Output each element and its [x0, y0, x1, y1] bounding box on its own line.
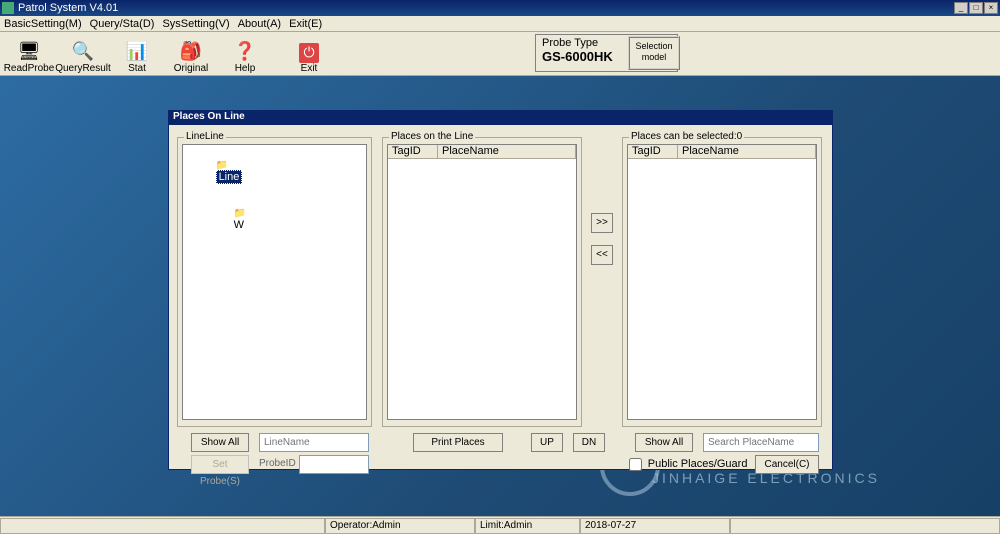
status-date: 2018-07-27 — [580, 518, 730, 534]
col-tagid-2[interactable]: TagID — [628, 145, 678, 158]
up-button[interactable]: UP — [531, 433, 563, 452]
queryresult-label: QueryResult — [55, 63, 111, 74]
status-limit: Limit:Admin — [475, 518, 580, 534]
power-icon: ⏻ — [299, 43, 319, 63]
places-selectable-list[interactable]: TagID PlaceName — [627, 144, 817, 420]
menu-exit[interactable]: Exit(E) — [289, 18, 322, 30]
app-icon — [2, 2, 14, 14]
show-all-right-button[interactable]: Show All — [635, 433, 693, 452]
menu-basic-setting[interactable]: BasicSetting(M) — [4, 18, 82, 30]
window-title: Patrol System V4.01 — [18, 2, 118, 14]
status-cell-empty — [0, 518, 325, 534]
move-left-button[interactable]: << — [591, 245, 613, 265]
tree-root-node[interactable]: Line — [216, 170, 243, 184]
bag-icon: 🎒 — [179, 41, 203, 63]
public-places-label: Public Places/Guard — [648, 458, 748, 470]
probeid-input[interactable] — [299, 455, 369, 474]
readprobe-label: ReadProbe — [4, 63, 55, 74]
title-bar: Patrol System V4.01 _ □ × — [0, 0, 1000, 16]
places-on-line-group: Places on the Line TagID PlaceName — [382, 137, 582, 427]
list-header-2: TagID PlaceName — [628, 145, 816, 159]
move-buttons: >> << — [591, 213, 613, 277]
toolbar: 🖥 ReadProbe 🔍 QueryResult 📊 Stat 🎒 Origi… — [0, 32, 1000, 76]
status-bar: Operator:Admin Limit:Admin 2018-07-27 — [0, 516, 1000, 534]
stat-button[interactable]: 📊 Stat — [110, 34, 164, 74]
lineline-group: LineLine Line W — [177, 137, 372, 427]
selection-model-button[interactable]: Selection model — [628, 36, 680, 70]
help-icon: ❓ — [233, 41, 257, 63]
set-probe-button: Set Probe(S) — [191, 455, 249, 474]
queryresult-button[interactable]: 🔍 QueryResult — [56, 34, 110, 74]
col-placename-2[interactable]: PlaceName — [678, 145, 816, 158]
linename-input[interactable] — [259, 433, 369, 452]
help-label: Help — [235, 63, 256, 74]
stat-label: Stat — [128, 63, 146, 74]
menu-sys-setting[interactable]: SysSetting(V) — [162, 18, 229, 30]
status-cell-tail — [730, 518, 1000, 534]
public-places-checkbox-input[interactable] — [629, 458, 642, 471]
line-tree[interactable]: Line W — [182, 144, 367, 420]
public-places-checkbox[interactable]: Public Places/Guard — [629, 458, 747, 471]
cancel-button[interactable]: Cancel(C) — [755, 455, 819, 474]
original-button[interactable]: 🎒 Original — [164, 34, 218, 74]
tree-child-node[interactable]: W — [234, 219, 244, 231]
dn-button[interactable]: DN — [573, 433, 605, 452]
probeid-label: ProbeID — [259, 458, 296, 469]
exit-label: Exit — [301, 63, 318, 74]
list-header: TagID PlaceName — [388, 145, 576, 159]
places-on-line-list[interactable]: TagID PlaceName — [387, 144, 577, 420]
status-operator: Operator:Admin — [325, 518, 475, 534]
search-placename-input[interactable] — [703, 433, 819, 452]
places-selectable-label: Places can be selected:0 — [629, 131, 744, 142]
dialog-title: Places On Line — [169, 111, 832, 125]
col-placename[interactable]: PlaceName — [438, 145, 576, 158]
exit-button[interactable]: ⏻ Exit — [282, 34, 336, 74]
close-button[interactable]: × — [984, 2, 998, 14]
places-on-line-label: Places on the Line — [389, 131, 475, 142]
move-right-button[interactable]: >> — [591, 213, 613, 233]
menu-about[interactable]: About(A) — [238, 18, 281, 30]
chart-icon: 📊 — [125, 41, 149, 63]
search-icon: 🔍 — [71, 41, 95, 63]
original-label: Original — [174, 63, 208, 74]
menu-bar: BasicSetting(M) Query/Sta(D) SysSetting(… — [0, 16, 1000, 32]
lineline-group-label: LineLine — [184, 131, 226, 142]
tree-child-icon — [234, 207, 246, 219]
places-selectable-group: Places can be selected:0 TagID PlaceName — [622, 137, 822, 427]
readprobe-button[interactable]: 🖥 ReadProbe — [2, 34, 56, 74]
monitor-icon: 🖥 — [17, 41, 41, 63]
menu-query-sta[interactable]: Query/Sta(D) — [90, 18, 155, 30]
show-all-left-button[interactable]: Show All — [191, 433, 249, 452]
print-places-button[interactable]: Print Places — [413, 433, 503, 452]
col-tagid[interactable]: TagID — [388, 145, 438, 158]
minimize-button[interactable]: _ — [954, 2, 968, 14]
places-on-line-dialog: Places On Line LineLine Line W Places on… — [168, 110, 833, 470]
maximize-button[interactable]: □ — [969, 2, 983, 14]
help-button[interactable]: ❓ Help — [218, 34, 272, 74]
